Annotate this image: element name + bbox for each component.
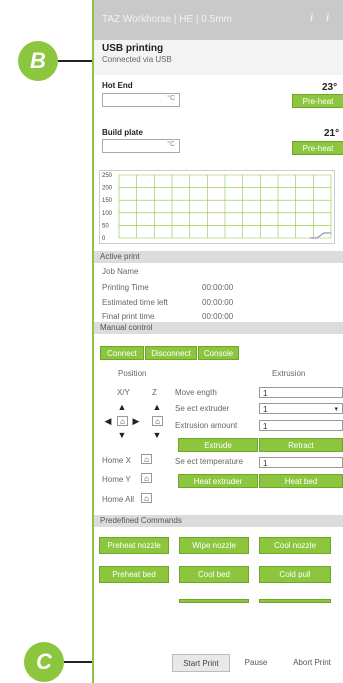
predefined-button-partial[interactable] <box>179 599 249 603</box>
select-extruder-value: 1 <box>263 405 268 414</box>
disconnect-button[interactable]: Disconnect <box>145 346 197 360</box>
chart-y-tick-label: 100 <box>102 211 113 217</box>
home-x-button[interactable]: ⌂ <box>141 454 152 464</box>
panel-divider <box>92 0 94 683</box>
retract-button[interactable]: Retract <box>259 438 343 452</box>
heat-bed-button[interactable]: Heat bed <box>259 474 343 488</box>
z-label: Z <box>152 388 157 397</box>
y-up-arrow-icon[interactable]: ▲ <box>117 402 127 412</box>
abort-print-button[interactable]: Abort Print <box>284 654 340 672</box>
manual-control-header: Manual control <box>94 322 343 334</box>
preheat-bed-button[interactable]: Preheat bed <box>99 566 169 583</box>
home-z-button[interactable]: ⌂ <box>152 416 163 426</box>
home-xy-button[interactable]: ⌂ <box>117 416 128 426</box>
printer-title: TAZ Workhorse | HE | 0.5mm <box>102 14 232 25</box>
home-all-label: Home All <box>102 495 135 504</box>
chart-y-tick-label: 150 <box>102 198 113 204</box>
x-right-arrow-icon[interactable]: ▶ <box>131 416 141 426</box>
hot-end-preheat-button[interactable]: Pre-heat <box>292 94 343 108</box>
z-down-arrow-icon[interactable]: ▼ <box>152 430 162 440</box>
chart-frame <box>99 170 335 244</box>
job-name-label: Job Name <box>102 267 139 276</box>
temperature-chart: 250200150100500 <box>99 170 335 244</box>
printing-time-label: Printing Time <box>102 283 149 292</box>
extrusion-amount-label: Extrusion amount <box>175 421 238 430</box>
cold-pull-button[interactable]: Cold pull <box>259 566 331 583</box>
home-y-label: Home Y <box>102 475 131 484</box>
select-temperature-label: Se ect temperature <box>175 457 244 466</box>
connect-button[interactable]: Connect <box>100 346 144 360</box>
estimated-time-label: Estimated time left <box>102 298 168 307</box>
title-bar: TAZ Workhorse | HE | 0.5mm i i <box>94 0 343 40</box>
home-all-button[interactable]: ⌂ <box>141 493 152 503</box>
printing-time-value: 00:00:00 <box>202 283 234 292</box>
build-plate-input[interactable]: °C <box>102 139 180 153</box>
build-plate-temp: 21° <box>324 128 340 139</box>
xy-label: X/Y <box>117 388 130 397</box>
extrude-button[interactable]: Extrude <box>178 438 258 452</box>
build-plate-label: Build plate <box>102 128 143 137</box>
start-print-button[interactable]: Start Print <box>172 654 230 672</box>
cool-bed-button[interactable]: Cool bed <box>179 566 249 583</box>
extrusion-amount-input[interactable]: 1 <box>259 420 343 431</box>
position-label: Position <box>118 369 147 378</box>
estimated-time-value: 00:00:00 <box>202 298 234 307</box>
status-panel: USB printing Connected via USB <box>94 40 343 75</box>
status-heading: USB printing <box>102 43 164 54</box>
extrusion-label: Extrusion <box>272 369 306 378</box>
select-extruder-dropdown[interactable]: 1 ▾ <box>259 403 343 414</box>
hot-end-input[interactable]: °C <box>102 93 180 107</box>
heat-extruder-button[interactable]: Heat extruder <box>178 474 258 488</box>
y-down-arrow-icon[interactable]: ▼ <box>117 430 127 440</box>
move-length-input[interactable]: 1 <box>259 387 343 398</box>
wipe-nozzle-button[interactable]: Wipe nozzle <box>179 537 249 554</box>
chart-y-tick-label: 200 <box>102 186 113 192</box>
select-temperature-input[interactable]: 1 <box>259 457 343 468</box>
final-print-time-value: 00:00:00 <box>202 312 234 321</box>
info-icon-2[interactable]: i <box>326 12 329 24</box>
move-length-label: Move ength <box>175 388 217 397</box>
z-up-arrow-icon[interactable]: ▲ <box>152 402 162 412</box>
build-plate-preheat-button[interactable]: Pre-heat <box>292 141 343 155</box>
console-button[interactable]: Console <box>198 346 239 360</box>
status-subtext: Connected via USB <box>102 55 172 64</box>
unit-label: °C <box>167 95 175 102</box>
callout-badge-c: C <box>24 642 64 682</box>
chart-y-tick-label: 250 <box>102 173 113 179</box>
home-y-button[interactable]: ⌂ <box>141 473 152 483</box>
callout-badge-b: B <box>18 41 58 81</box>
preheat-nozzle-button[interactable]: Preheat nozzle <box>99 537 169 554</box>
chevron-down-icon: ▾ <box>334 406 338 413</box>
info-icon[interactable]: i <box>310 12 313 24</box>
select-extruder-label: Se ect extruder <box>175 404 230 413</box>
chart-y-tick-label: 50 <box>102 223 109 229</box>
pause-button[interactable]: Pause <box>238 654 274 672</box>
predefined-button-partial-2[interactable] <box>259 599 331 603</box>
callout-line-b <box>58 60 94 62</box>
active-print-header: Active print <box>94 251 343 263</box>
predefined-commands-header: Predefined Commands <box>94 515 343 527</box>
hot-end-label: Hot End <box>102 81 133 90</box>
cool-nozzle-button[interactable]: Cool nozzle <box>259 537 331 554</box>
x-left-arrow-icon[interactable]: ◀ <box>103 416 113 426</box>
unit-label: °C <box>167 141 175 148</box>
hot-end-temp: 23° <box>322 82 338 93</box>
final-print-time-label: Final print time <box>102 312 155 321</box>
home-x-label: Home X <box>102 456 131 465</box>
